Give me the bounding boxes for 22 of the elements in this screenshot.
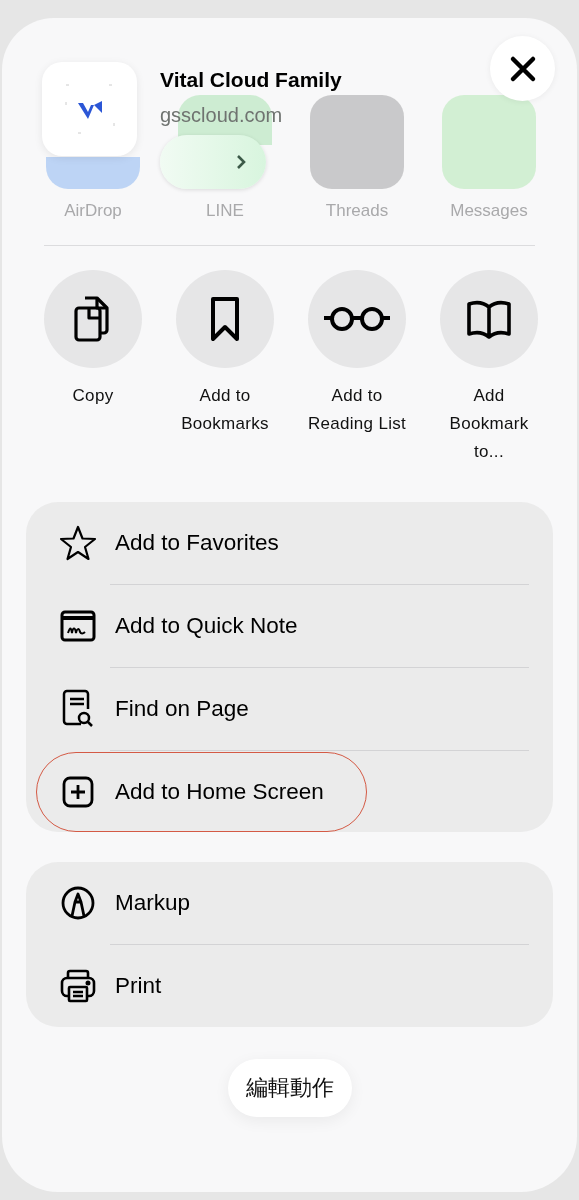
action-label: Add to Reading List	[307, 385, 407, 435]
action-label: Add to Bookmarks	[181, 385, 269, 435]
action-label: Copy	[72, 385, 114, 407]
menu-item[interactable]: Add to Quick Note	[30, 585, 549, 667]
menu-item[interactable]: Find on Page	[30, 668, 549, 750]
page-domain: gsscloud.com	[160, 104, 284, 127]
close-icon	[508, 54, 537, 83]
book-icon	[465, 299, 513, 339]
glasses-icon	[322, 304, 392, 334]
action-label: Add Bookmark to...	[449, 385, 529, 463]
edit-actions-button[interactable]: 編輯動作	[227, 1059, 352, 1117]
chevron-icon	[234, 154, 248, 170]
bookmark-icon	[208, 295, 242, 343]
app-label: AirDrop	[64, 201, 122, 221]
site-icon	[42, 62, 137, 156]
app-label: Messages	[450, 201, 528, 221]
app-label: LINE	[206, 201, 244, 221]
page-title: Vital Cloud Family	[160, 68, 343, 92]
menu-item[interactable]: Markup	[30, 862, 549, 944]
menu-item[interactable]: Add to Favorites	[30, 502, 549, 584]
app-label: Threads	[325, 201, 389, 221]
menu-item[interactable]: Print	[30, 945, 549, 1027]
